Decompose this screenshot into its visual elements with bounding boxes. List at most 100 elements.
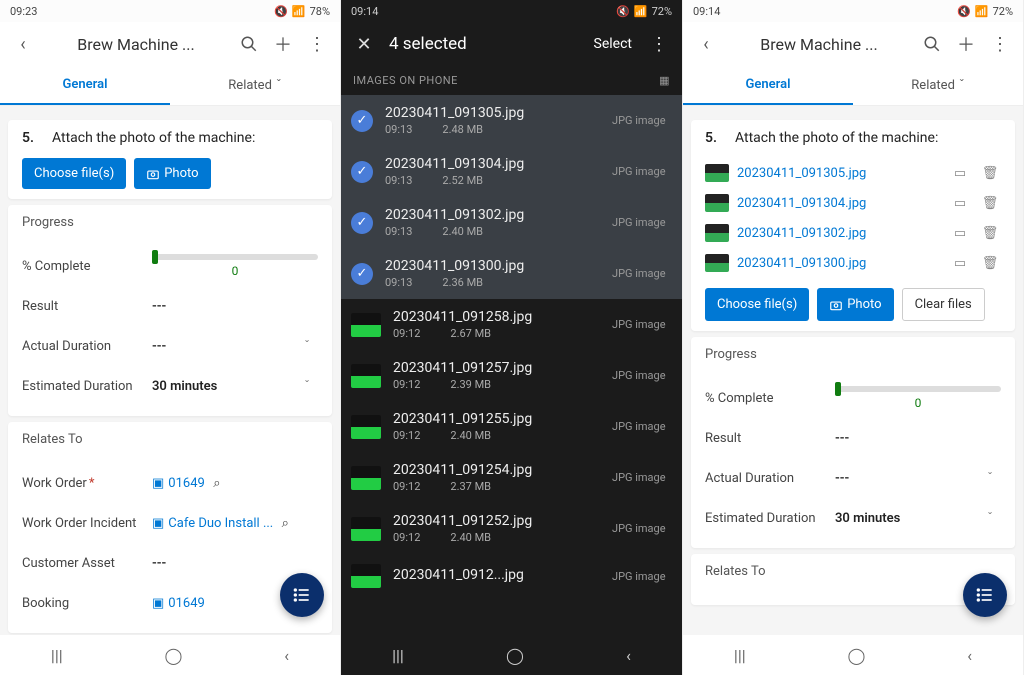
grid-view-icon[interactable]: ▦	[659, 74, 670, 87]
pct-slider[interactable]	[835, 386, 1001, 392]
step-card: 5. Attach the photo of the machine: 2023…	[691, 120, 1015, 331]
gallery-item[interactable]: ✓20230411_091300.jpg09:132.36 MBJPG imag…	[341, 248, 682, 299]
note-icon[interactable]: ▭	[949, 166, 971, 181]
nav-bar: ||| ◯ ‹	[683, 635, 1023, 675]
booking-lookup[interactable]: ▣01649	[152, 596, 205, 611]
attachment-row: 20230411_091304.jpg ▭ 🗑	[705, 188, 1001, 218]
search-icon[interactable]	[915, 27, 949, 61]
note-icon[interactable]: ▭	[949, 226, 971, 241]
attachment-row: 20230411_091300.jpg ▭ 🗑	[705, 248, 1001, 278]
check-icon: ✓	[351, 263, 373, 285]
status-time: 09:14	[351, 5, 378, 18]
status-bar: 09:14 🔇 📶 72%	[683, 0, 1023, 22]
nav-recent[interactable]: |||	[734, 646, 746, 665]
file-size: 2.36 MB	[442, 276, 483, 289]
work-order-lookup[interactable]: ▣01649	[152, 476, 205, 491]
file-type: JPG image	[612, 216, 672, 229]
attachment-name[interactable]: 20230411_091300.jpg	[737, 256, 941, 271]
check-icon: ✓	[351, 161, 373, 183]
chevron-down-icon[interactable]: ˇ	[979, 471, 1001, 486]
more-icon[interactable]: ⋮	[642, 27, 676, 61]
gallery-item[interactable]: 20230411_091254.jpg09:122.37 MBJPG image	[341, 452, 682, 503]
trash-icon[interactable]: 🗑	[979, 196, 1001, 211]
photo-button[interactable]: Photo	[134, 158, 210, 189]
pct-label: % Complete	[22, 259, 152, 274]
file-time: 09:12	[393, 327, 420, 340]
chevron-down-icon: ˇ	[959, 78, 965, 93]
image-thumb	[705, 254, 729, 272]
chevron-down-icon[interactable]: ˇ	[296, 379, 318, 394]
choose-files-button[interactable]: Choose file(s)	[705, 288, 809, 321]
image-thumb	[351, 415, 381, 439]
status-time: 09:23	[10, 5, 37, 18]
close-icon[interactable]: ✕	[347, 27, 381, 61]
attachment-name[interactable]: 20230411_091302.jpg	[737, 226, 941, 241]
nav-recent[interactable]: |||	[51, 646, 63, 665]
trash-icon[interactable]: 🗑	[979, 256, 1001, 271]
gallery-item[interactable]: 20230411_091258.jpg09:122.67 MBJPG image	[341, 299, 682, 350]
nav-home[interactable]: ◯	[164, 646, 182, 665]
add-icon[interactable]: ＋	[949, 27, 983, 61]
file-name: 20230411_091304.jpg	[385, 156, 600, 172]
chevron-down-icon[interactable]: ˇ	[296, 339, 318, 354]
add-icon[interactable]: ＋	[266, 27, 300, 61]
gallery-item[interactable]: 20230411_091252.jpg09:122.40 MBJPG image	[341, 503, 682, 554]
fab-list-button[interactable]	[280, 573, 324, 617]
progress-card: Progress % Complete 0 Result--- Actual D…	[8, 205, 332, 416]
gallery-section: IMAGES ON PHONE	[353, 74, 458, 87]
panel-before: 09:23 🔇 📶 78% ‹ Brew Machine ... ＋ ⋮ Gen…	[0, 0, 341, 675]
gallery-item[interactable]: 20230411_0912...jpgJPG image	[341, 554, 682, 598]
fab-list-button[interactable]	[963, 573, 1007, 617]
select-button[interactable]: Select	[584, 30, 642, 58]
pct-slider[interactable]	[152, 254, 318, 260]
pct-value: 0	[152, 264, 318, 278]
note-icon[interactable]: ▭	[949, 256, 971, 271]
tab-general[interactable]: General	[683, 66, 853, 105]
file-type: JPG image	[612, 318, 672, 331]
status-bar: 09:23 🔇 📶 78%	[0, 0, 340, 22]
nav-back[interactable]: ‹	[626, 646, 631, 665]
file-time: 09:12	[393, 480, 420, 493]
file-type: JPG image	[612, 420, 672, 433]
search-icon[interactable]: ⌕	[273, 516, 297, 531]
nav-back[interactable]: ‹	[284, 646, 289, 665]
clear-files-button[interactable]: Clear files	[902, 288, 985, 321]
relates-label: Relates To	[22, 432, 318, 447]
more-icon[interactable]: ⋮	[983, 27, 1017, 61]
nav-recent[interactable]: |||	[392, 646, 404, 665]
gallery-item[interactable]: 20230411_091255.jpg09:122.40 MBJPG image	[341, 401, 682, 452]
attachment-name[interactable]: 20230411_091304.jpg	[737, 196, 941, 211]
tab-general[interactable]: General	[0, 66, 170, 105]
incident-lookup[interactable]: ▣Cafe Duo Install ...	[152, 516, 273, 531]
tab-related[interactable]: Relatedˇ	[853, 66, 1023, 105]
more-icon[interactable]: ⋮	[300, 27, 334, 61]
back-icon[interactable]: ‹	[689, 27, 723, 61]
gallery-item[interactable]: ✓20230411_091302.jpg09:132.40 MBJPG imag…	[341, 197, 682, 248]
trash-icon[interactable]: 🗑	[979, 226, 1001, 241]
search-icon[interactable]: ⌕	[205, 476, 229, 491]
progress-label: Progress	[705, 347, 1001, 362]
nav-home[interactable]: ◯	[506, 646, 524, 665]
gallery-item[interactable]: 20230411_091257.jpg09:122.39 MBJPG image	[341, 350, 682, 401]
file-time: 09:12	[393, 531, 420, 544]
image-thumb	[705, 194, 729, 212]
file-name: 20230411_091254.jpg	[393, 462, 600, 478]
choose-files-button[interactable]: Choose file(s)	[22, 158, 126, 189]
back-icon[interactable]: ‹	[6, 27, 40, 61]
chevron-down-icon[interactable]: ˇ	[979, 511, 1001, 526]
nav-home[interactable]: ◯	[847, 646, 865, 665]
note-icon[interactable]: ▭	[949, 196, 971, 211]
trash-icon[interactable]: 🗑	[979, 166, 1001, 181]
gallery-item[interactable]: ✓20230411_091304.jpg09:132.52 MBJPG imag…	[341, 146, 682, 197]
photo-button[interactable]: Photo	[817, 288, 893, 321]
gallery-list[interactable]: ✓20230411_091305.jpg09:132.48 MBJPG imag…	[341, 95, 682, 675]
gallery-item[interactable]: ✓20230411_091305.jpg09:132.48 MBJPG imag…	[341, 95, 682, 146]
tab-related[interactable]: Relatedˇ	[170, 66, 340, 105]
search-icon[interactable]	[232, 27, 266, 61]
attachment-name[interactable]: 20230411_091305.jpg	[737, 166, 941, 181]
step-text: Attach the photo of the machine:	[735, 130, 938, 146]
file-time: 09:13	[385, 225, 412, 238]
progress-label: Progress	[22, 215, 318, 230]
nav-back[interactable]: ‹	[967, 646, 972, 665]
image-thumb	[351, 313, 381, 337]
